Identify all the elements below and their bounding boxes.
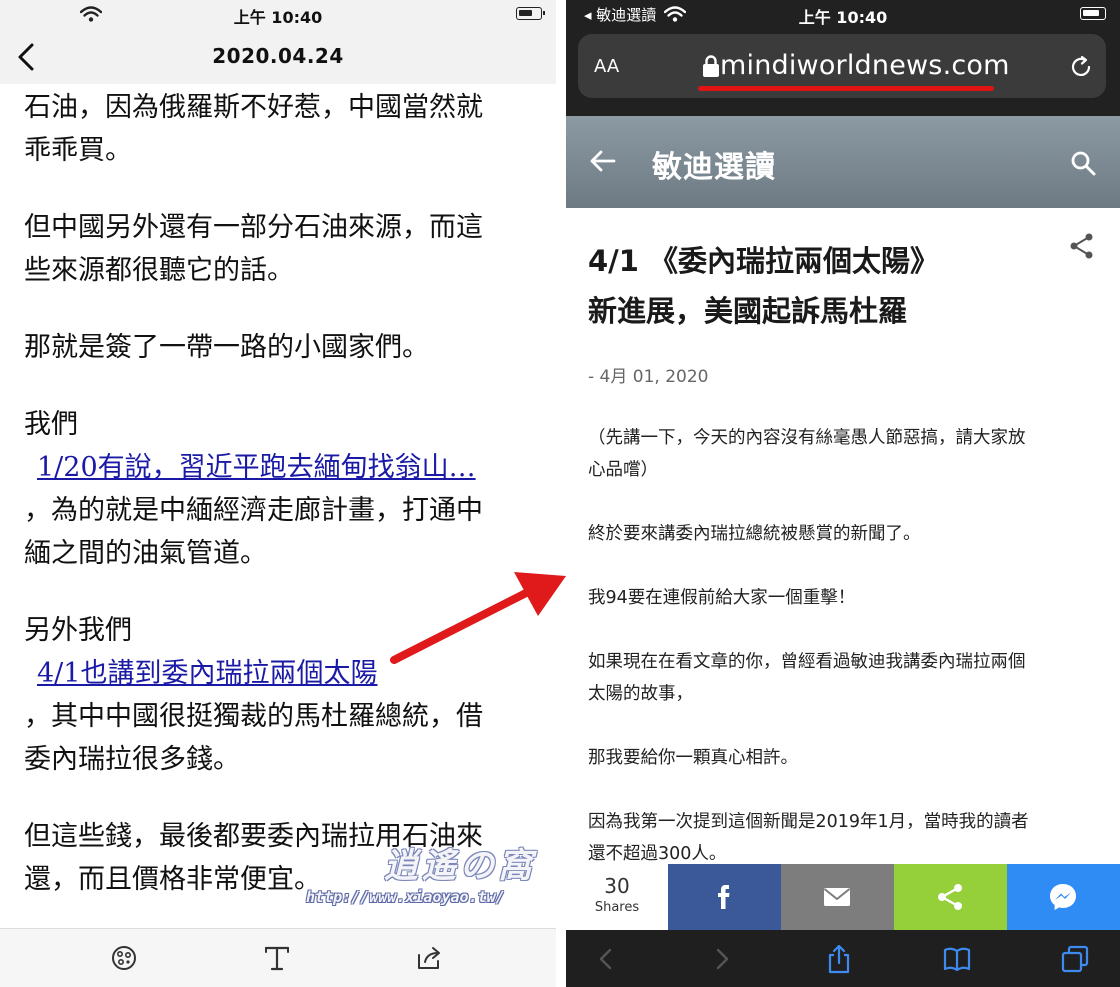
share-nodes-icon[interactable] bbox=[1068, 232, 1096, 260]
sharethis-button[interactable] bbox=[894, 864, 1007, 930]
right-phone-screen: ◂ 敏迪選讀 上午 10:40 AA mindiworldnews.com 敏迪… bbox=[566, 0, 1120, 987]
paragraph: 因為我第一次提到這個新聞是2019年1月，當時我的讀者 還不超過300人。 bbox=[588, 812, 1029, 864]
text-line: 些來源都很聽它的話。 bbox=[24, 255, 294, 286]
article-title-line: 4/1 《委內瑞拉兩個太陽》 bbox=[588, 244, 940, 278]
messenger-icon bbox=[1050, 884, 1076, 910]
email-icon bbox=[823, 888, 851, 906]
text-line: 委內瑞拉很多錢。 bbox=[24, 744, 240, 775]
article-title: 4/1 《委內瑞拉兩個太陽》 新進展，美國起訴馬杜羅 bbox=[588, 236, 1038, 336]
reload-icon[interactable] bbox=[1068, 54, 1094, 80]
email-share-button[interactable] bbox=[781, 864, 894, 930]
messenger-share-button[interactable] bbox=[1007, 864, 1120, 930]
status-time: 上午 10:40 bbox=[233, 8, 323, 27]
left-phone-screen: 上午 10:40 2020.04.24 石油，因為俄羅斯不好惹，中國當然就 乖乖… bbox=[0, 0, 556, 987]
nav-bar: 2020.04.24 bbox=[0, 30, 556, 84]
status-time: 上午 10:40 bbox=[798, 8, 888, 27]
lock-icon bbox=[703, 55, 719, 77]
reader-content: 石油，因為俄羅斯不好惹，中國當然就 乖乖買。 但中國另外還有一部分石油來源，而這… bbox=[24, 86, 534, 901]
share-icon[interactable] bbox=[414, 943, 444, 973]
text-format-icon[interactable] bbox=[262, 943, 292, 973]
text-line: 乖乖買。 bbox=[24, 135, 132, 166]
status-bar: ◂ 敏迪選讀 上午 10:40 bbox=[566, 0, 1120, 28]
forward-chevron-icon[interactable] bbox=[706, 944, 736, 974]
article-title-line: 新進展，美國起訴馬杜羅 bbox=[588, 294, 908, 328]
paragraph: 那我要給你一顆真心相許。 bbox=[588, 748, 798, 768]
site-header: 敏迪選讀 bbox=[566, 116, 1120, 208]
site-name[interactable]: 敏迪選讀 bbox=[652, 142, 776, 186]
share-count: 30 Shares bbox=[566, 864, 668, 930]
search-icon[interactable] bbox=[1070, 150, 1096, 176]
share-count-number: 30 bbox=[604, 874, 630, 898]
social-share-bar: 30 Shares bbox=[566, 864, 1120, 930]
back-arrow-icon[interactable] bbox=[588, 148, 618, 174]
text-line: 還，而且價格非常便宜。 bbox=[24, 864, 321, 895]
text-line: 我們 bbox=[24, 409, 78, 440]
share-icon[interactable] bbox=[824, 944, 854, 974]
text-line: 但這些錢，最後都要委內瑞拉用石油來 bbox=[24, 821, 483, 852]
url-highlight-underline bbox=[698, 86, 994, 91]
paragraph: （先講一下，今天的內容沒有絲毫愚人節惡搞，請大家放 心品嚐） bbox=[588, 428, 1026, 480]
bookmarks-icon[interactable] bbox=[942, 944, 972, 974]
text-line: 石油，因為俄羅斯不好惹，中國當然就 bbox=[24, 92, 483, 123]
safari-toolbar bbox=[566, 930, 1120, 987]
back-chevron-icon[interactable] bbox=[592, 944, 622, 974]
annotation-arrow bbox=[390, 572, 566, 664]
url-text[interactable]: mindiworldnews.com bbox=[720, 50, 1010, 81]
safari-chrome: ◂ 敏迪選讀 上午 10:40 AA mindiworldnews.com bbox=[566, 0, 1120, 116]
text-line: ，為的就是中緬經濟走廊計畫，打通中 bbox=[24, 495, 483, 526]
battery-icon bbox=[1080, 7, 1106, 20]
page-title: 2020.04.24 bbox=[212, 44, 344, 68]
tabs-icon[interactable] bbox=[1060, 944, 1090, 974]
battery-icon bbox=[516, 7, 545, 20]
paragraph: 如果現在在看文章的你，曾經看過敏迪我講委內瑞拉兩個 太陽的故事， bbox=[588, 652, 1026, 704]
facebook-share-button[interactable] bbox=[668, 864, 781, 930]
share-count-label: Shares bbox=[594, 900, 640, 915]
text-line: ，其中中國很挺獨裁的馬杜羅總統，借 bbox=[24, 701, 483, 732]
facebook-icon bbox=[718, 885, 730, 909]
article-link-myanmar[interactable]: 1/20有說，習近平跑去緬甸找翁山… bbox=[24, 446, 534, 489]
reader-theme-icon[interactable] bbox=[109, 943, 139, 973]
text-line: 那就是簽了一帶一路的小國家們。 bbox=[24, 332, 429, 363]
article-date: - 4月 01, 2020 bbox=[588, 367, 709, 387]
share-nodes-icon bbox=[938, 884, 962, 910]
text-line: 但中國另外還有一部分石油來源，而這 bbox=[24, 212, 483, 243]
paragraph: 終於要來講委內瑞拉總統被懸賞的新聞了。 bbox=[588, 524, 921, 544]
reader-view-button[interactable]: AA bbox=[594, 56, 619, 77]
address-bar[interactable]: AA mindiworldnews.com bbox=[578, 34, 1106, 98]
status-bar: 上午 10:40 bbox=[0, 0, 556, 30]
article-body: （先講一下，今天的內容沒有絲毫愚人節惡搞，請大家放 心品嚐） 終於要來講委內瑞拉… bbox=[588, 422, 1100, 902]
paragraph: 我94要在連假前給大家一個重擊！ bbox=[588, 588, 856, 608]
bottom-toolbar bbox=[0, 928, 556, 987]
